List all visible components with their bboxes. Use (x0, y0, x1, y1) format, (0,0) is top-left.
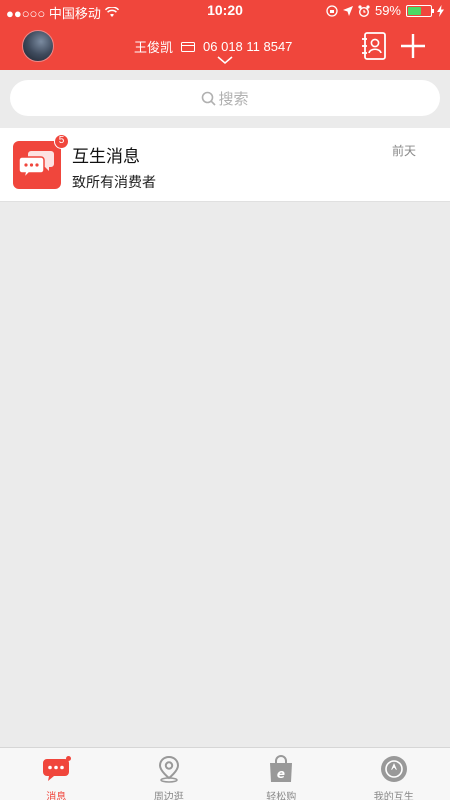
chat-icon (42, 755, 72, 783)
battery-icon (406, 4, 434, 17)
top-bar: ●●○○○ 中国移动 10:20 59% 王俊凯 06 018 11 8547 (0, 0, 450, 70)
tab-shop[interactable]: e 轻松购 (225, 748, 338, 800)
message-subtitle: 致所有消费者 (72, 174, 156, 190)
chevron-down-icon[interactable] (217, 56, 233, 64)
message-time: 前天 (391, 144, 416, 158)
svg-text:e: e (277, 767, 285, 781)
lock-rotation-icon (326, 4, 338, 17)
user-info[interactable]: 王俊凯 06 018 11 8547 (134, 37, 292, 56)
tab-label: 我的互生 (373, 792, 414, 800)
search-icon (202, 91, 217, 106)
tab-unread-dot (66, 756, 72, 761)
tab-bar: 消息 周边逛 e 轻松购 我的互生 (0, 747, 450, 800)
battery-percent: 59% (374, 3, 401, 18)
tab-messages[interactable]: 消息 (0, 748, 113, 800)
tab-label: 消息 (46, 792, 67, 800)
message-title: 互生消息 (72, 147, 140, 166)
search-input[interactable]: 搜索 (10, 80, 440, 116)
plus-icon[interactable] (400, 33, 426, 59)
unread-badge: 5 (54, 134, 69, 149)
location-arrow-icon (342, 5, 353, 16)
card-icon (181, 41, 196, 52)
tab-label: 周边逛 (153, 792, 184, 800)
chat-bubbles-icon (13, 141, 61, 189)
avatar[interactable] (22, 30, 54, 62)
contacts-icon[interactable] (362, 32, 386, 60)
charging-icon (437, 4, 444, 17)
list-item[interactable]: 5 互生消息 致所有消费者 前天 (0, 128, 450, 202)
status-bar: ●●○○○ 中国移动 10:20 59% (0, 0, 450, 22)
user-name: 王俊凯 (134, 40, 174, 55)
search-area: 搜索 (0, 70, 450, 128)
shopping-bag-icon: e (267, 755, 295, 783)
account-number: 06 018 11 8547 (203, 39, 293, 54)
tab-nearby[interactable]: 周边逛 (113, 748, 226, 800)
search-placeholder: 搜索 (218, 90, 249, 108)
alarm-icon (358, 4, 370, 17)
map-pin-icon (155, 755, 183, 783)
profile-icon (380, 755, 408, 783)
tab-label: 轻松购 (266, 792, 297, 800)
tab-profile[interactable]: 我的互生 (338, 748, 450, 800)
